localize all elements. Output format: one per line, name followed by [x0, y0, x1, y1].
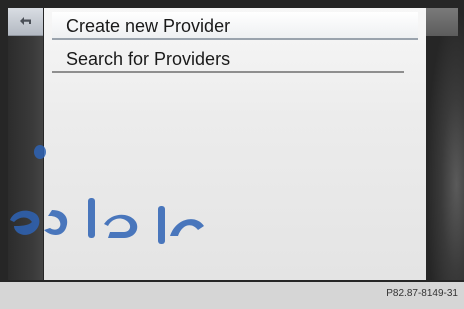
- left-side-bar: [8, 8, 43, 280]
- menu-item-create-provider[interactable]: Create new Provider: [52, 12, 418, 40]
- back-arrow-icon: [19, 16, 31, 25]
- right-tab: [426, 8, 458, 36]
- menu-panel: Create new Provider Search for Providers: [44, 8, 426, 280]
- figure-code: P82.87-8149-31: [386, 288, 458, 299]
- back-button[interactable]: [8, 8, 43, 36]
- menu-item-search-providers[interactable]: Search for Providers: [52, 45, 404, 73]
- display-screen: Create new Provider Search for Providers: [0, 0, 464, 282]
- right-side-bar: [426, 8, 464, 280]
